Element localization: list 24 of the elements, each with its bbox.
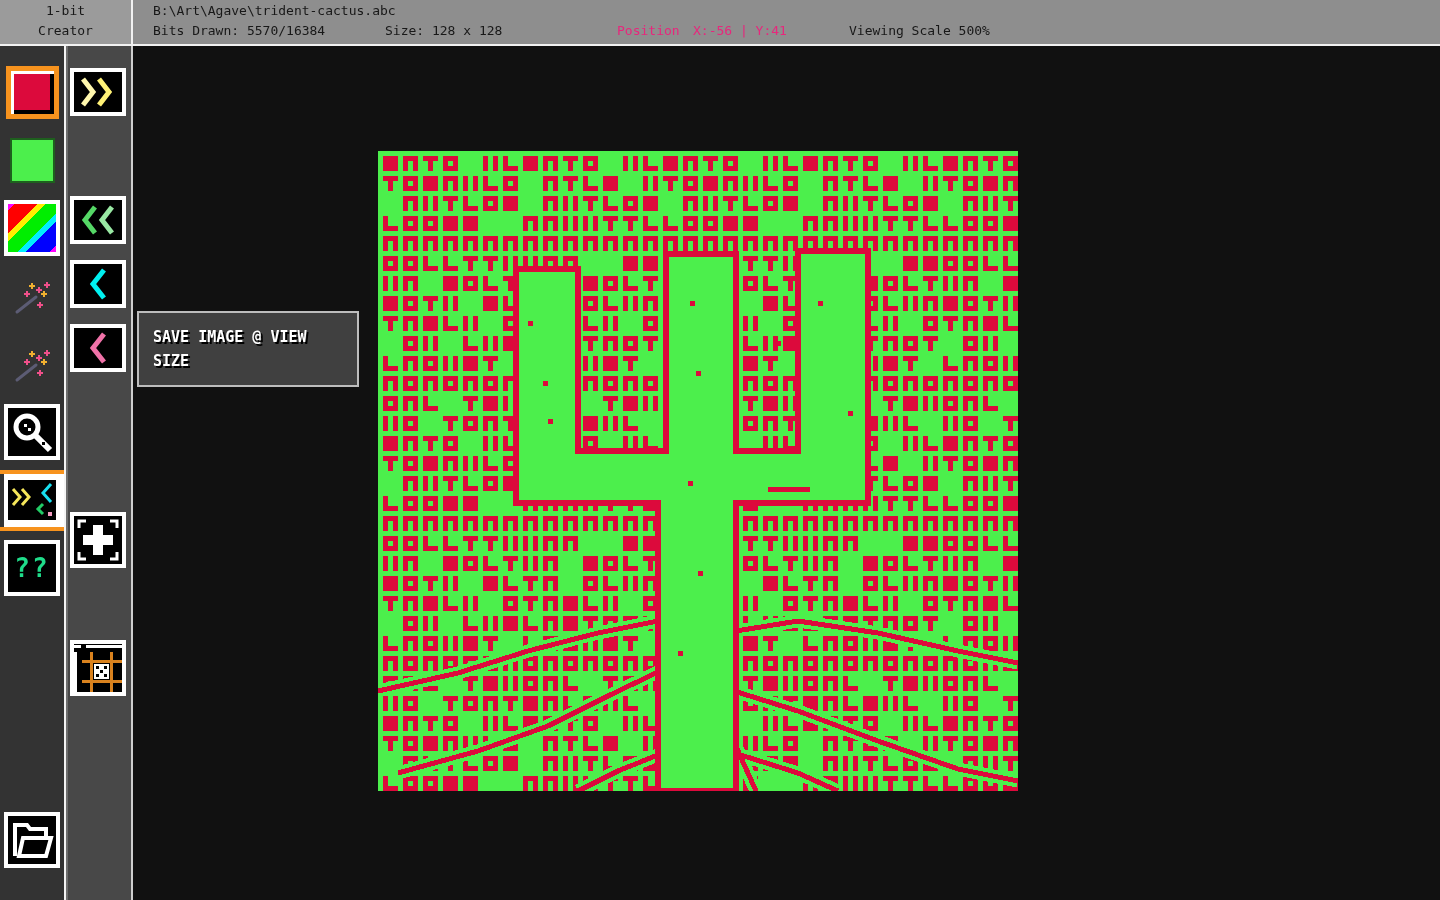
file-path: B:\Art\Agave\trident-cactus.abc <box>153 2 396 20</box>
app-title: Creator <box>38 22 93 40</box>
grid-icon <box>74 644 122 692</box>
zoom-tool-button[interactable] <box>4 404 60 460</box>
chevrons-icon <box>8 480 56 520</box>
double-chevron-right-button[interactable] <box>70 68 126 116</box>
bits-drawn-label: Bits Drawn: 5570/16384 <box>153 22 326 40</box>
plus-button[interactable] <box>70 512 126 568</box>
folder-button[interactable] <box>4 812 60 868</box>
pattern-tool-button[interactable] <box>0 469 64 531</box>
image-size-label: Size: 128 x 128 <box>385 22 503 40</box>
viewing-scale-label: Viewing Scale 500% <box>849 22 990 40</box>
color-swatch-button[interactable] <box>5 65 59 119</box>
chevron-left-button[interactable] <box>70 324 126 372</box>
grid-button[interactable] <box>70 640 126 696</box>
app-title: 1-bit <box>45 2 86 20</box>
tooltip: SAVE IMAGE @ VIEW SIZE <box>137 311 359 387</box>
position-label: Position <box>617 22 680 40</box>
chevron-left-button[interactable] <box>70 260 126 308</box>
help-button[interactable]: ?? <box>4 540 60 596</box>
cursor-position-value: X:-56 | Y:41 <box>693 22 787 40</box>
double-chevron-left-button[interactable] <box>70 196 126 244</box>
rainbow-swatch-icon <box>4 200 60 256</box>
rainbow-swatch-button[interactable] <box>4 200 60 256</box>
